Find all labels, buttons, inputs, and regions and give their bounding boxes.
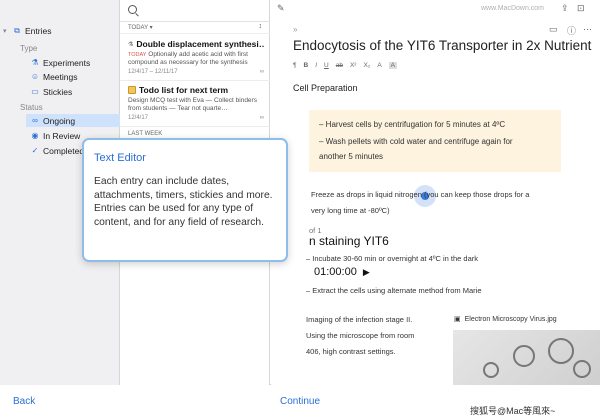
entries-icon: ⧉	[14, 25, 20, 35]
imaging-text[interactable]: Imaging of the infection stage II.	[306, 315, 412, 324]
section-heading[interactable]: Cell Preparation	[293, 83, 358, 93]
italic-button[interactable]: I	[315, 62, 317, 69]
sort-icon[interactable]: ↕	[259, 23, 263, 30]
people-icon: ☺	[30, 72, 40, 81]
sidebar-item-label: Ongoing	[43, 115, 76, 126]
virus-particle	[483, 362, 499, 378]
experiment-icon: ⚗	[128, 41, 134, 48]
edit-icon[interactable]: ✎	[277, 3, 285, 14]
microscopy-image[interactable]	[453, 330, 600, 385]
sidebar-type-heading: Type	[20, 44, 38, 53]
sidebar-item-stickies[interactable]: ▭ Stickies	[30, 85, 72, 98]
staining-heading[interactable]: n staining YIT6	[309, 234, 389, 248]
infinity-icon: ∞	[259, 69, 264, 76]
search-bar[interactable]	[120, 0, 270, 22]
incubate-text[interactable]: – Incubate 30-60 min or overnight at 4ºC…	[306, 254, 478, 263]
image-filename: Electron Microscopy Virus.jpg	[464, 315, 557, 323]
note-icon	[128, 86, 136, 94]
chevron-right-icon[interactable]: »	[293, 25, 297, 34]
sidebar-item-label: Stickies	[43, 86, 73, 97]
sidebar-item-label: Meetings	[43, 71, 78, 82]
timer-value: 01:00:00	[314, 266, 357, 278]
sidebar-entries-label: Entries	[25, 25, 52, 36]
eye-icon: ◉	[31, 131, 39, 140]
source-watermark: 搜狐号@Mac等風來~	[470, 406, 556, 416]
list-item[interactable]: ⚗ Double displacement synthesi… TODAY Op…	[120, 35, 270, 81]
sidebar-item-experiments[interactable]: ⚗ Experiments	[30, 56, 90, 69]
share-icon[interactable]: ⇪	[561, 3, 569, 14]
callout-line: – Harvest cells by centrifugation for 5 …	[319, 120, 506, 129]
sidebar-item-completed[interactable]: ✓ Completed	[30, 144, 84, 157]
entry-title: Double displacement synthesi…	[136, 39, 264, 49]
more-icon[interactable]: ⋯	[583, 24, 592, 35]
search-icon[interactable]	[128, 5, 137, 14]
freeze-text[interactable]: very long time at -80ºC)	[311, 206, 390, 215]
editor-toolbar: ✎ www.MacDown.com ⇪ ⊡	[271, 0, 600, 18]
app-window: ▾ ⧉ Entries Type ⚗ Experiments ☺ Meeting…	[0, 0, 600, 385]
entry-date: 12/4/17 – 12/11/17	[128, 69, 178, 76]
watermark: www.MacDown.com	[481, 5, 545, 12]
infinity-icon: ∞	[259, 115, 264, 122]
timer[interactable]: 01:00:00 ▶	[314, 266, 370, 278]
back-button[interactable]: Back	[13, 396, 35, 407]
virus-particle	[513, 345, 535, 367]
play-icon[interactable]: ▶	[363, 267, 370, 278]
freeze-text[interactable]: Freeze as drops in liquid nitrogen (you …	[311, 190, 529, 199]
bold-button[interactable]: B	[304, 62, 309, 69]
list-section-today[interactable]: TODAY ▾ ↕	[120, 22, 270, 34]
callout-line: – Wash pellets with cold water and centr…	[319, 137, 513, 146]
infinity-icon: ∞	[32, 116, 38, 125]
callout-box[interactable]: – Harvest cells by centrifugation for 5 …	[309, 110, 561, 172]
flask-icon: ⚗	[31, 58, 39, 67]
sidebar-item-label: Completed	[43, 145, 85, 156]
feature-tooltip: Text Editor Each entry can include dates…	[82, 138, 288, 262]
trash-icon[interactable]: ⊡	[577, 3, 585, 14]
image-attachment-label[interactable]: ▣ Electron Microscopy Virus.jpg	[454, 315, 557, 324]
sidebar-entries[interactable]: ▾ ⧉ Entries	[3, 24, 51, 37]
sidebar-item-meetings[interactable]: ☺ Meetings	[30, 70, 78, 83]
entry-body: Optionally add acetic acid with first co…	[128, 51, 248, 67]
text-color-button[interactable]: A	[377, 62, 381, 69]
disclosure-triangle-icon[interactable]: ▾	[3, 27, 12, 35]
format-toolbar: ¶ B I U ab X² X₂ A A	[293, 62, 397, 69]
callout-line: another 5 minutes	[319, 152, 384, 161]
highlight-button[interactable]: A	[388, 62, 397, 69]
today-tag: TODAY	[128, 52, 147, 58]
document-title[interactable]: Endocytosis of the YIT6 Transporter in 2…	[293, 38, 591, 53]
virus-particle	[548, 338, 574, 364]
entry-date: 12/4/17	[128, 115, 149, 122]
virus-particle	[573, 360, 591, 378]
imaging-text[interactable]: Using the microscope from room	[306, 331, 414, 340]
sidebar-item-in-review[interactable]: ◉ In Review	[30, 129, 81, 142]
paragraph-icon[interactable]: ¶	[293, 62, 297, 69]
continue-button[interactable]: Continue	[280, 396, 320, 407]
sidebar-status-heading: Status	[20, 103, 43, 112]
image-file-icon: ▣	[454, 316, 461, 323]
tooltip-body: Each entry can include dates, attachment…	[94, 176, 273, 229]
extract-text[interactable]: – Extract the cells using alternate meth…	[306, 286, 482, 295]
checkmark-icon: ✓	[31, 146, 39, 155]
sidebar-item-label: Experiments	[43, 57, 91, 68]
section-label: TODAY ▾	[128, 25, 153, 31]
sidebar-item-label: In Review	[43, 130, 81, 141]
folder-icon[interactable]: ▭	[549, 24, 558, 35]
list-item[interactable]: Todo list for next term Design MCQ test …	[120, 81, 270, 127]
subscript-button[interactable]: X₂	[363, 62, 370, 69]
sidebar-item-ongoing[interactable]: ∞ Ongoing	[26, 114, 120, 127]
imaging-text[interactable]: 406, high contrast settings.	[306, 347, 396, 356]
editor: ✎ www.MacDown.com ⇪ ⊡ » ▭ ⓘ ⋯ Endocytosi…	[271, 0, 600, 385]
strikethrough-button[interactable]: ab	[336, 62, 343, 69]
info-icon[interactable]: ⓘ	[567, 24, 576, 37]
tooltip-title: Text Editor	[94, 152, 146, 164]
underline-button[interactable]: U	[324, 62, 329, 69]
superscript-button[interactable]: X²	[350, 62, 357, 69]
entry-body: Design MCQ test with Eva — Collect binde…	[128, 97, 257, 113]
entry-title: Todo list for next term	[139, 85, 229, 95]
sticky-note-icon: ▭	[31, 87, 39, 96]
